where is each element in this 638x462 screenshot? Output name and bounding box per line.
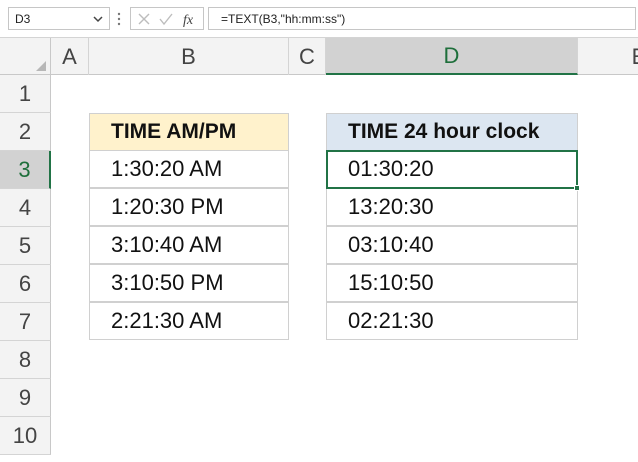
select-all-triangle-icon: [36, 61, 46, 71]
row-header-2[interactable]: 2: [0, 113, 51, 151]
row-header-7[interactable]: 7: [0, 303, 51, 341]
name-box-value: D3: [15, 12, 31, 26]
column-header-e[interactable]: E: [578, 38, 638, 75]
row-header-4[interactable]: 4: [0, 189, 51, 227]
table-d-cell[interactable]: 15:10:50: [326, 264, 578, 302]
table-d-cell[interactable]: 01:30:20: [326, 150, 578, 188]
column-header-d[interactable]: D: [326, 38, 578, 75]
name-box[interactable]: D3: [8, 7, 110, 30]
row-header-5[interactable]: 5: [0, 227, 51, 265]
formula-controls: fx: [130, 7, 204, 30]
table-b-header[interactable]: TIME AM/PM: [89, 113, 289, 151]
table-b-cell[interactable]: 1:20:30 PM: [89, 188, 289, 226]
table-b-cell[interactable]: 3:10:50 PM: [89, 264, 289, 302]
table-d-cell[interactable]: 03:10:40: [326, 226, 578, 264]
column-header-b[interactable]: B: [89, 38, 289, 75]
cancel-icon[interactable]: [135, 11, 153, 27]
column-header-a[interactable]: A: [51, 38, 89, 75]
table-b-cell[interactable]: 2:21:30 AM: [89, 302, 289, 340]
row-header-6[interactable]: 6: [0, 265, 51, 303]
row-header-9[interactable]: 9: [0, 379, 51, 417]
column-header-c[interactable]: C: [289, 38, 326, 75]
table-d-cell[interactable]: 13:20:30: [326, 188, 578, 226]
formula-text: =TEXT(B3,"hh:mm:ss"): [221, 12, 346, 26]
row-header-3[interactable]: 3: [0, 151, 51, 189]
table-d-cell[interactable]: 02:21:30: [326, 302, 578, 340]
chevron-down-icon[interactable]: [91, 11, 105, 27]
select-all-button[interactable]: [0, 38, 51, 75]
insert-function-icon[interactable]: fx: [181, 11, 199, 27]
row-header-8[interactable]: 8: [0, 341, 51, 379]
row-header-1[interactable]: 1: [0, 75, 51, 113]
table-d-header[interactable]: TIME 24 hour clock: [326, 113, 578, 151]
table-b-cell[interactable]: 1:30:20 AM: [89, 150, 289, 188]
more-dots-icon[interactable]: [116, 11, 122, 27]
formula-input[interactable]: =TEXT(B3,"hh:mm:ss"): [208, 7, 636, 30]
row-header-10[interactable]: 10: [0, 417, 51, 455]
enter-check-icon[interactable]: [157, 11, 175, 27]
formula-bar: D3 fx =TEXT(B3,"hh:mm:ss"): [0, 0, 638, 38]
table-b-cell[interactable]: 3:10:40 AM: [89, 226, 289, 264]
svg-text:fx: fx: [183, 13, 194, 27]
column-header-e-label: E: [632, 44, 638, 70]
column-headers: A B C D E: [0, 38, 638, 75]
